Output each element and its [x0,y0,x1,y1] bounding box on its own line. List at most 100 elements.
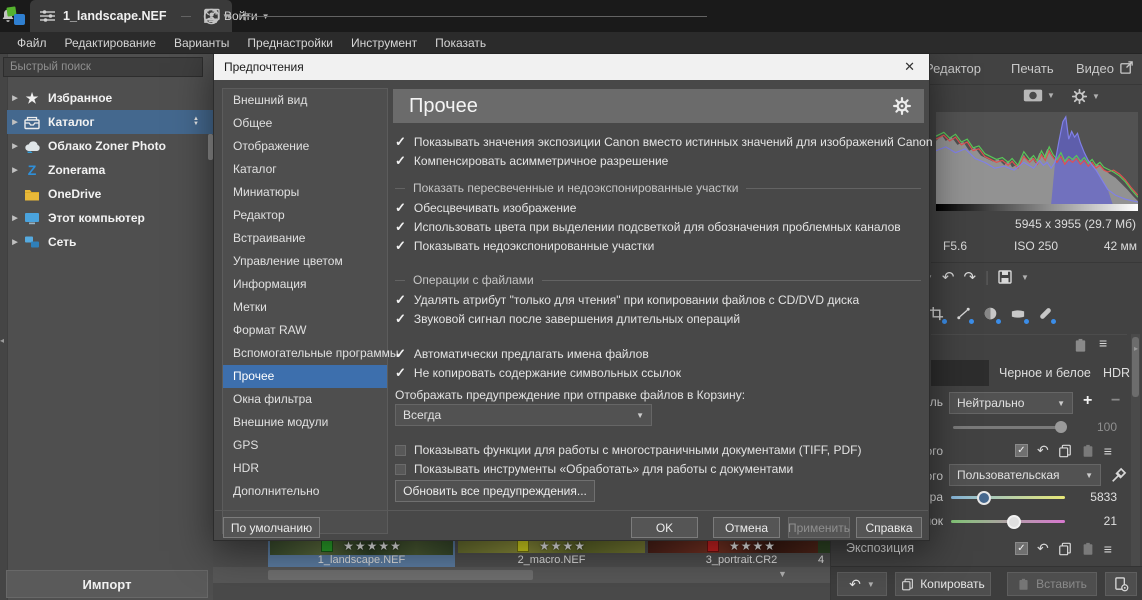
paste-settings-button[interactable]: Вставить [1007,572,1097,596]
expand-arrow-icon[interactable]: ▶ [7,238,23,246]
undo-icon[interactable]: ↶ [1037,442,1049,459]
panel-collapse-icon[interactable]: ▸ [1134,344,1138,353]
expand-arrow-icon[interactable]: ▶ [7,94,23,102]
histogram-settings-button[interactable]: ▼ [1071,88,1100,105]
nav-labels[interactable]: Метки [223,296,387,319]
checkbox-canon-exposure[interactable]: ✓Показывать значения экспозиции Canon вм… [395,134,933,150]
section-enabled-checkbox[interactable]: ✓ [1015,542,1028,555]
crop-tool-icon[interactable] [929,306,944,321]
tab-editor[interactable]: Редактор [925,61,981,76]
save-icon[interactable] [998,270,1012,284]
sort-icon[interactable]: ▲▼ [193,117,199,127]
copy-icon[interactable] [1058,444,1072,458]
sidebar-item-zoner-cloud[interactable]: ▶ Облако Zoner Photo [7,134,213,158]
dialog-close-button[interactable]: ✕ [900,59,919,75]
star-rating[interactable]: ★★★★ [539,540,586,552]
nav-general[interactable]: Общее [223,112,387,135]
rotate-right-icon[interactable]: ↷ [964,268,977,286]
sidebar-item-this-computer[interactable]: ▶ Этот компьютер [7,206,213,230]
menu-presets[interactable]: Преднастройки [238,36,342,50]
panorama-tool-icon[interactable] [1010,307,1026,321]
tab-video[interactable]: Видео [1076,61,1114,76]
nav-other[interactable]: Прочее [223,365,387,388]
paste-icon[interactable] [1081,542,1095,556]
temperature-slider-thumb[interactable] [977,491,991,505]
color-tool-icon[interactable] [983,306,998,321]
batch-settings-button[interactable] [1105,572,1137,596]
reset-warnings-button[interactable]: Обновить все предупреждения... [395,480,595,502]
checkbox-highlight-colors[interactable]: ✓Использовать цвета при выделении подсве… [395,219,901,235]
import-button[interactable]: Импорт [6,570,208,598]
nav-raw-format[interactable]: Формат RAW [223,319,387,342]
white-balance-dropdown[interactable]: Пользовательская▼ [949,464,1101,486]
expand-arrow-icon[interactable]: ▶ [7,142,23,150]
nav-display[interactable]: Отображение [223,135,387,158]
temperature-slider[interactable] [951,496,1065,499]
tint-slider[interactable] [951,520,1065,523]
color-label-chip[interactable] [321,540,333,552]
nav-plugins[interactable]: Внешние модули [223,411,387,434]
checkbox-compensate-resolution[interactable]: ✓Компенсировать асимметричное разрешение [395,153,668,169]
checkbox-remove-readonly[interactable]: ✓Удалять атрибут "только для чтения" при… [395,292,859,308]
section-enabled-checkbox[interactable]: ✓ [1015,444,1028,457]
add-preset-button[interactable]: + [1083,392,1092,410]
nav-appearance[interactable]: Внешний вид [223,89,387,112]
star-rating[interactable]: ★★★★ [729,540,776,552]
nav-catalog[interactable]: Каталог [223,158,387,181]
paste-icon[interactable] [1073,338,1088,353]
filmstrip-scrollbar-thumb[interactable] [268,570,533,580]
nav-gps[interactable]: GPS [223,434,387,457]
active-tab-remnant[interactable] [931,360,989,386]
apply-button[interactable]: Применить [788,517,850,538]
straighten-tool-icon[interactable] [956,306,971,321]
expand-arrow-icon[interactable]: ▶ [7,214,23,222]
ok-button[interactable]: OK [631,517,698,538]
nav-helper-programs[interactable]: Вспомогательные программы [223,342,387,365]
color-label-chip[interactable] [517,540,529,552]
search-input[interactable] [3,57,203,77]
nav-thumbnails[interactable]: Миниатюры [223,181,387,204]
chevron-down-icon[interactable]: ▼ [1021,273,1029,282]
preview-mode-button[interactable]: ▼ [1023,88,1055,103]
tab-hdr[interactable]: HDR [1103,366,1130,380]
eyedropper-icon[interactable] [1111,465,1129,483]
sidebar-item-network[interactable]: ▶ Сеть [7,230,213,254]
cancel-button[interactable]: Отмена [713,517,780,538]
tint-slider-thumb[interactable] [1007,515,1021,529]
filmstrip-scrollbar[interactable]: ▼ [213,567,830,583]
undo-button[interactable]: ↶ ▼ [837,572,887,596]
dialog-titlebar[interactable]: Предпочтения ✕ [214,54,929,80]
nav-filter-windows[interactable]: Окна фильтра [223,388,387,411]
tab-black-and-white[interactable]: Черное и белое [999,366,1091,380]
nav-hdr[interactable]: HDR [223,457,387,480]
star-rating[interactable]: ★★★★★ [343,540,402,552]
tab-print[interactable]: Печать [1011,61,1054,76]
menu-icon[interactable]: ≡ [1104,541,1112,557]
copy-settings-button[interactable]: Копировать [895,572,991,596]
nav-advanced[interactable]: Дополнительно [223,480,387,503]
checkbox-multipage-documents[interactable]: Показывать функции для работы с многостр… [395,442,861,458]
expand-arrow-icon[interactable]: ▶ [7,118,23,126]
menu-tool[interactable]: Инструмент [342,36,426,50]
checkbox-symlinks[interactable]: ✓Не копировать содержание символьных ссы… [395,365,681,381]
nav-color-management[interactable]: Управление цветом [223,250,387,273]
open-external-icon[interactable] [1119,60,1134,75]
nav-information[interactable]: Информация [223,273,387,296]
nav-embedding[interactable]: Встраивание [223,227,387,250]
strength-slider[interactable] [953,426,1065,429]
recycle-warning-dropdown[interactable]: Всегда▼ [395,404,652,426]
sidebar-item-favorites[interactable]: ▶ ★ Избранное [7,86,213,110]
sidebar-item-zonerama[interactable]: ▶ Z Zonerama [7,158,213,182]
checkbox-suggest-filenames[interactable]: ✓Автоматически предлагать имена файлов [395,346,649,362]
filmstrip-collapse-icon[interactable]: ▼ [778,569,787,579]
color-label-chip[interactable] [707,540,719,552]
copy-icon[interactable] [1058,542,1072,556]
help-button[interactable]: Справка [856,517,922,538]
healing-tool-icon[interactable] [1038,306,1053,321]
checkbox-develop-tools-documents[interactable]: Показывать инструменты «Обработать» для … [395,461,793,477]
strength-slider-thumb[interactable] [1055,421,1067,433]
fullscreen-group[interactable]: ▼ [181,9,707,24]
menu-file[interactable]: Файл [8,36,56,50]
menu-show[interactable]: Показать [426,36,495,50]
checkbox-underexposed[interactable]: ✓Показывать недоэкспонированные участки [395,238,654,254]
